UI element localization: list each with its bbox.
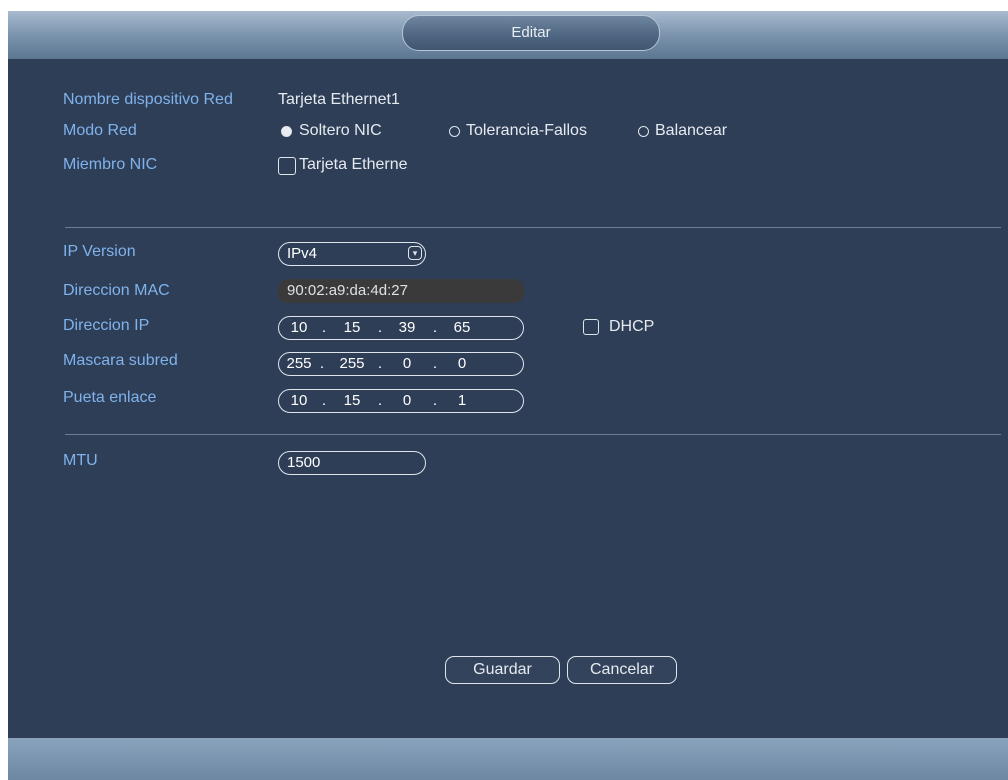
edit-dialog: Editar Nombre dispositivo Red Tarjeta Et… [8, 11, 1008, 780]
ip-octet[interactable]: 255 [282, 355, 316, 372]
nic-member-option[interactable]: Tarjeta Etherne [278, 154, 448, 176]
ip-version-label: IP Version [63, 243, 136, 260]
checkbox-icon[interactable] [278, 157, 296, 175]
ip-octet[interactable]: 255 [335, 355, 369, 372]
checkbox-icon[interactable] [583, 319, 599, 335]
mac-address-field: 90:02:a9:da:4d:27 [278, 279, 524, 303]
dhcp-option[interactable]: DHCP [583, 316, 683, 338]
subnet-mask-input[interactable]: 255 . 255 . 0 . 0 [278, 352, 524, 376]
subnet-mask-label: Mascara subred [63, 352, 178, 369]
ip-separator: . [432, 392, 438, 409]
mac-address-value: 90:02:a9:da:4d:27 [287, 282, 408, 299]
ip-octet[interactable]: 15 [335, 392, 369, 409]
mtu-input[interactable]: 1500 [278, 451, 426, 475]
ip-version-value: IPv4 [287, 245, 318, 262]
ip-separator: . [432, 319, 438, 336]
mode-option-label: Tolerancia-Fallos [466, 122, 587, 139]
ip-separator: . [432, 355, 438, 372]
ip-octet[interactable]: 1 [445, 392, 479, 409]
gateway-input[interactable]: 10 . 15 . 0 . 1 [278, 389, 524, 413]
ip-separator: . [377, 355, 383, 372]
radio-selected-icon[interactable] [281, 126, 292, 137]
ip-octet[interactable]: 39 [390, 319, 424, 336]
section-divider [65, 434, 1001, 435]
ip-separator: . [377, 319, 383, 336]
dialog-title: Editar [402, 15, 660, 51]
ip-separator: . [377, 392, 383, 409]
section-divider [65, 227, 1001, 228]
title-bar: Editar [8, 11, 1008, 59]
radio-unselected-icon[interactable] [449, 126, 460, 137]
mac-address-label: Direccion MAC [63, 282, 170, 299]
mtu-value: 1500 [287, 454, 321, 471]
nic-member-option-label: Tarjeta Etherne [299, 156, 408, 173]
nic-member-label: Miembro NIC [63, 156, 158, 173]
gateway-label: Pueta enlace [63, 389, 157, 406]
ip-separator: . [321, 319, 327, 336]
mode-option-balancear[interactable]: Balancear [638, 120, 758, 142]
ip-address-label: Direccion IP [63, 317, 150, 334]
ip-octet[interactable]: 0 [390, 355, 424, 372]
ip-octet[interactable]: 10 [282, 319, 316, 336]
device-name-label: Nombre dispositivo Red [63, 91, 233, 108]
ip-octet[interactable]: 10 [282, 392, 316, 409]
dhcp-label: DHCP [609, 318, 655, 335]
cancel-button[interactable]: Cancelar [567, 656, 677, 684]
mtu-label: MTU [63, 452, 98, 469]
network-mode-label: Modo Red [63, 122, 137, 139]
ip-address-input[interactable]: 10 . 15 . 39 . 65 [278, 316, 524, 340]
ip-octet[interactable]: 65 [445, 319, 479, 336]
mode-option-label: Balancear [655, 122, 728, 139]
footer-bar [8, 738, 1008, 780]
ip-separator: . [321, 392, 327, 409]
ip-separator: . [319, 355, 325, 372]
ip-octet[interactable]: 15 [335, 319, 369, 336]
save-button[interactable]: Guardar [445, 656, 560, 684]
chevron-down-icon[interactable]: ▾ [408, 246, 422, 260]
ip-octet[interactable]: 0 [390, 392, 424, 409]
radio-unselected-icon[interactable] [638, 126, 649, 137]
ip-version-select[interactable]: IPv4 ▾ [278, 242, 426, 266]
device-name-value: Tarjeta Ethernet1 [278, 91, 400, 108]
mode-option-soltero[interactable]: Soltero NIC [281, 120, 411, 142]
ip-octet[interactable]: 0 [445, 355, 479, 372]
mode-option-tolerancia[interactable]: Tolerancia-Fallos [449, 120, 624, 142]
mode-option-label: Soltero NIC [299, 122, 382, 139]
